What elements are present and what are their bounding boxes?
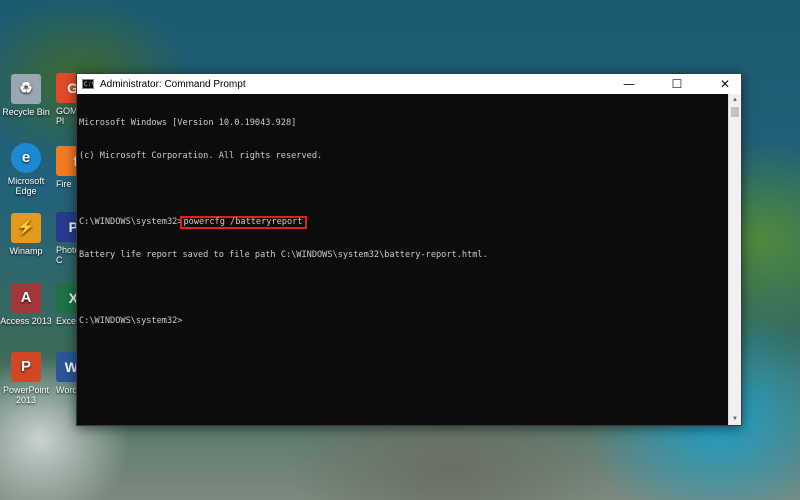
- photoshop-icon: P: [56, 212, 78, 242]
- console-current-prompt: C:\WINDOWS\system32>: [79, 316, 183, 326]
- desktop-icon-word[interactable]: W Word: [56, 352, 78, 395]
- word-label: Word: [56, 385, 78, 395]
- gom-player-icon: G: [56, 73, 78, 103]
- gom-player-label: GOM: [56, 106, 78, 116]
- powerpoint-2013-label: PowerPoint 2013: [3, 385, 50, 405]
- command-prompt-window[interactable]: C:\ Administrator: Command Prompt — ☐ ✕ …: [76, 73, 742, 426]
- desktop-icon-photoshop[interactable]: P Photo C: [56, 212, 78, 265]
- scroll-down-icon[interactable]: ▼: [729, 413, 741, 425]
- console-line-copyright: (c) Microsoft Corporation. All rights re…: [79, 151, 323, 161]
- desktop-icon-firefox[interactable]: f Fire: [56, 146, 78, 189]
- microsoft-edge-label: Microsoft Edge: [7, 176, 45, 196]
- winamp-label: Winamp: [9, 246, 43, 256]
- desktop-icon-excel[interactable]: X Excel: [56, 283, 78, 326]
- console-output[interactable]: Microsoft Windows [Version 10.0.19043.92…: [77, 94, 728, 425]
- recycle-bin-label: Recycle Bin: [2, 107, 50, 117]
- console-command-line: C:\WINDOWS\system32>powercfg /batteryrep…: [79, 216, 726, 229]
- desktop-icon-winamp[interactable]: ⚡ Winamp: [0, 213, 52, 256]
- photoshop-label: Photo: [56, 245, 78, 255]
- firefox-label: Fire: [56, 179, 72, 189]
- close-button[interactable]: ✕: [709, 74, 741, 94]
- scrollbar-thumb[interactable]: [731, 107, 739, 117]
- title-bar[interactable]: C:\ Administrator: Command Prompt — ☐ ✕: [77, 74, 741, 94]
- excel-label: Excel: [56, 316, 78, 326]
- desktop-icon-microsoft-edge[interactable]: e Microsoft Edge: [0, 143, 52, 196]
- gom-player-label-line2: Pl: [56, 116, 65, 126]
- maximize-button[interactable]: ☐: [645, 74, 709, 94]
- desktop-icon-recycle-bin[interactable]: ♻ Recycle Bin: [0, 74, 52, 117]
- desktop-icon-gom-player[interactable]: G GOM Pl: [56, 73, 78, 126]
- access-icon: A: [11, 283, 41, 313]
- scroll-up-icon[interactable]: ▲: [729, 94, 741, 106]
- firefox-icon: f: [56, 146, 78, 176]
- console-prompt: C:\WINDOWS\system32>: [79, 217, 183, 227]
- edge-icon: e: [11, 143, 41, 173]
- winamp-icon: ⚡: [11, 213, 41, 243]
- desktop-icon-access-2013[interactable]: A Access 2013: [0, 283, 52, 326]
- highlighted-command: powercfg /batteryreport: [180, 216, 308, 229]
- minimize-button[interactable]: —: [613, 74, 645, 94]
- window-title: Administrator: Command Prompt: [100, 78, 246, 90]
- word-icon: W: [56, 352, 78, 382]
- vertical-scrollbar[interactable]: ▲ ▼: [728, 94, 741, 425]
- desktop-icon-powerpoint-2013[interactable]: P PowerPoint 2013: [0, 352, 52, 405]
- recycle-bin-icon: ♻: [11, 74, 41, 104]
- excel-icon: X: [56, 283, 78, 313]
- access-2013-label: Access 2013: [0, 316, 52, 326]
- command-prompt-icon: C:\: [82, 79, 95, 89]
- powerpoint-icon: P: [11, 352, 41, 382]
- console-line-output: Battery life report saved to file path C…: [79, 250, 488, 260]
- console-blank-line-2: [79, 283, 726, 294]
- photoshop-label-line2: C: [56, 255, 63, 265]
- console-line-version: Microsoft Windows [Version 10.0.19043.92…: [79, 118, 297, 128]
